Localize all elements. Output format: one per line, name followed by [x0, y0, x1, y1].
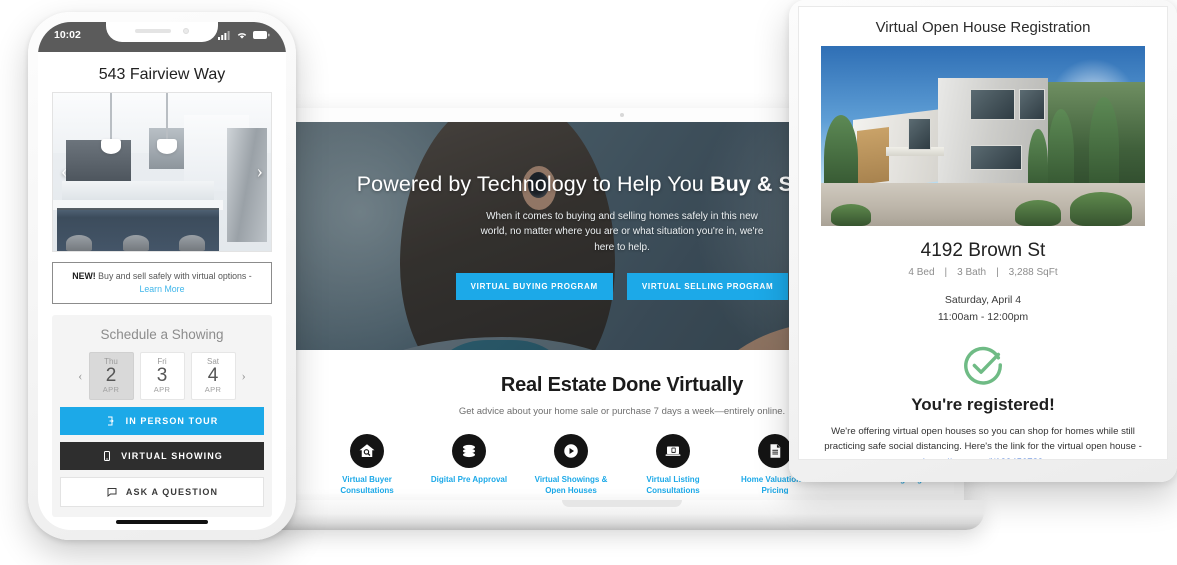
phone-device: 10:02 543 Fairview Way ‹ › NEW! Buy and … — [28, 12, 296, 540]
date-option-fri[interactable]: Fri 3 APR — [139, 351, 185, 401]
date-number: 2 — [105, 364, 117, 386]
phone-listing-address: 543 Fairview Way — [98, 66, 226, 83]
house-search-icon — [350, 434, 384, 468]
in-person-tour-button[interactable]: IN PERSON TOUR — [60, 407, 264, 436]
zoom-link[interactable]: https://zoom.us/i/123456789 — [923, 457, 1044, 459]
registration-body: We're offering virtual open houses so yo… — [821, 424, 1145, 459]
phone-notch — [106, 22, 218, 42]
date-picker: ‹ Thu 2 APR Fri 3 APR Sat 4 APR › — [60, 351, 264, 401]
service-virtual-listing-consultations[interactable]: Virtual Listing Consultations — [626, 434, 721, 494]
schedule-showing-card: Schedule a Showing ‹ Thu 2 APR Fri 3 APR — [52, 314, 272, 518]
button-label: IN PERSON TOUR — [125, 416, 219, 427]
promo-banner: NEW! Buy and sell safely with virtual op… — [52, 262, 272, 304]
listing-specs: 4 Bed | 3 Bath | 3,288 SqFt — [821, 267, 1145, 278]
date-month: APR — [153, 385, 171, 395]
phone-front-camera-icon — [183, 28, 189, 34]
hero-subtitle: When it comes to buying and selling home… — [480, 210, 764, 253]
date-option-sat[interactable]: Sat 4 APR — [190, 351, 236, 401]
coins-stack-icon — [452, 434, 486, 468]
laptop-camera-icon — [620, 113, 624, 117]
play-circle-icon — [554, 434, 588, 468]
phone-speaker-icon — [135, 29, 171, 33]
spec-sep: | — [944, 267, 948, 278]
service-label: Digital Pre Approval — [430, 475, 508, 484]
signal-icon — [218, 31, 230, 40]
button-label: VIRTUAL SHOWING — [121, 451, 223, 462]
registered-heading: You're registered! — [911, 394, 1055, 414]
service-virtual-buyer-consultations[interactable]: Virtual Buyer Consultations — [320, 434, 415, 494]
spec-sep: | — [996, 267, 999, 278]
service-label: Virtual Listing Consultations — [646, 475, 700, 494]
spec-bath: 3 Bath — [957, 267, 987, 278]
date-prev-button[interactable]: ‹ — [78, 368, 82, 384]
date-number: 4 — [207, 364, 219, 386]
virtual-buying-program-button[interactable]: VIRTUAL BUYING PROGRAM — [455, 273, 613, 301]
phone-content: 543 Fairview Way ‹ › NEW! Buy and sell s… — [38, 52, 286, 530]
screenshot-root: Powered by Technology to Help You Buy & … — [0, 0, 1177, 565]
phone-screen: 10:02 543 Fairview Way ‹ › NEW! Buy and … — [38, 22, 286, 530]
event-time: 11:00am - 12:00pm — [937, 311, 1029, 324]
event-datetime: Saturday, April 4 11:00am - 12:00pm — [821, 292, 1145, 327]
registration-message: We're offering virtual open houses so yo… — [824, 425, 1142, 453]
spec-bed: 4 Bed — [908, 267, 935, 278]
login-arrow-icon — [107, 416, 114, 426]
gallery-next-button[interactable]: › — [252, 161, 268, 183]
laptop-base — [260, 500, 984, 530]
gallery-prev-button[interactable]: ‹ — [56, 161, 72, 183]
promo-text: Buy and sell safely with virtual options… — [95, 271, 252, 281]
tablet-listing-address: 4192 Brown St — [920, 240, 1046, 261]
success-indicator — [821, 342, 1145, 388]
hero-button-group: VIRTUAL BUYING PROGRAM VIRTUAL SELLING P… — [455, 273, 789, 301]
date-month: APR — [102, 385, 120, 395]
registration-title: Virtual Open House Registration — [875, 19, 1091, 36]
listing-photo-gallery[interactable]: ‹ › — [52, 92, 272, 252]
event-date: Saturday, April 4 — [944, 294, 1022, 306]
service-digital-pre-approval[interactable]: Digital Pre Approval — [422, 434, 517, 494]
virtual-selling-program-button[interactable]: VIRTUAL SELLING PROGRAM — [626, 273, 789, 301]
service-label: Virtual Buyer Consultations — [340, 475, 394, 494]
tablet-device: Virtual Open House Registration 4192 Bro… — [789, 0, 1177, 482]
schedule-title: Schedule a Showing — [100, 326, 224, 342]
ask-a-question-button[interactable]: ASK A QUESTION — [60, 477, 264, 508]
learn-more-link[interactable]: Learn More — [140, 284, 185, 294]
date-next-button[interactable]: › — [242, 368, 246, 384]
document-icon — [758, 434, 792, 468]
tablet-screen: Virtual Open House Registration 4192 Bro… — [798, 6, 1168, 460]
kitchen-photo — [53, 93, 271, 251]
date-month: APR — [204, 385, 222, 395]
service-label: Virtual Showings & Open Houses — [534, 475, 608, 494]
chat-bubble-icon — [107, 488, 117, 498]
spec-sqft: 3,288 SqFt — [1008, 267, 1058, 278]
wifi-icon — [237, 33, 247, 39]
service-virtual-showings-open-houses[interactable]: Virtual Showings & Open Houses — [524, 434, 619, 494]
mobile-phone-icon — [104, 451, 111, 462]
hero-title-light: Powered by Technology to Help You — [356, 171, 710, 196]
status-icon-group — [218, 30, 270, 40]
check-circle-icon — [964, 346, 1002, 385]
phone-status-bar: 10:02 — [38, 22, 286, 52]
battery-icon — [253, 31, 270, 39]
button-label: ASK A QUESTION — [125, 487, 219, 498]
date-option-thu[interactable]: Thu 2 APR — [88, 351, 134, 401]
promo-badge: NEW! — [72, 271, 96, 281]
laptop-phone-icon — [656, 434, 690, 468]
laptop-trackpad-notch — [562, 500, 682, 507]
house-exterior-photo — [821, 46, 1145, 226]
status-time: 10:02 — [54, 29, 81, 41]
virtual-showing-button[interactable]: VIRTUAL SHOWING — [60, 442, 264, 471]
phone-home-indicator[interactable] — [116, 520, 208, 524]
date-number: 3 — [156, 364, 168, 386]
